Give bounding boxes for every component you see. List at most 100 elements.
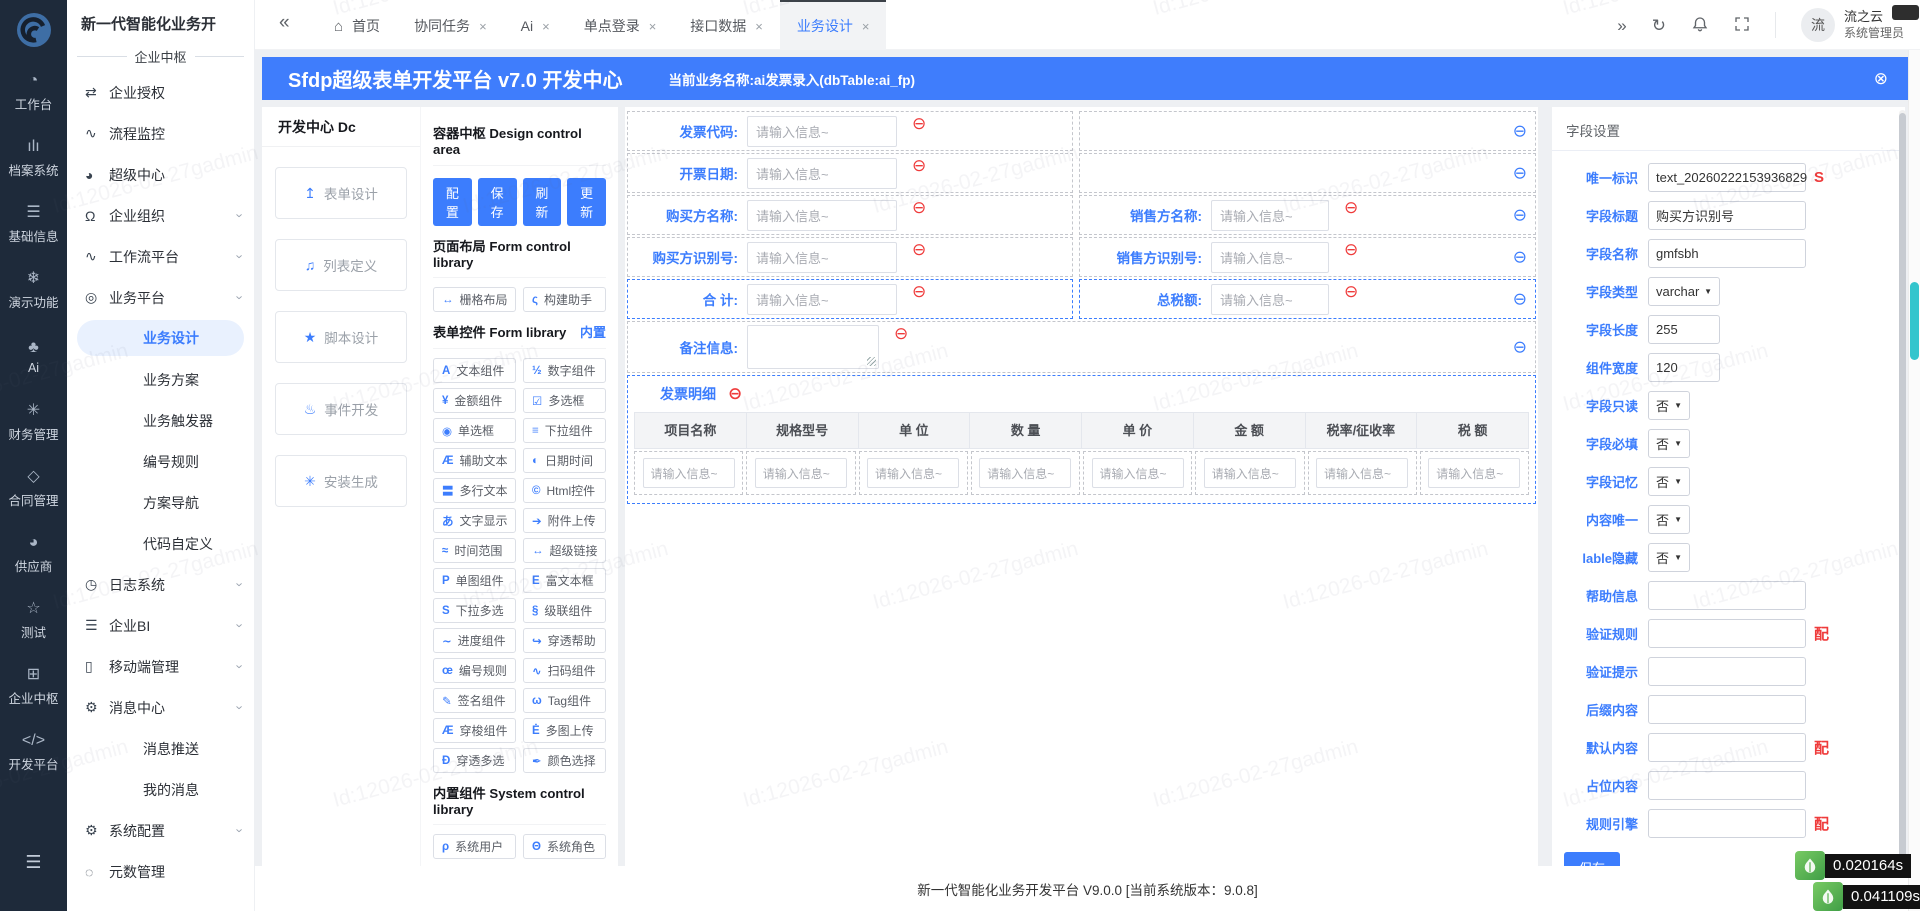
form-component-button[interactable]: ∼ 进度组件 bbox=[433, 628, 516, 653]
remove-row-icon[interactable]: ⊖ bbox=[1513, 339, 1527, 356]
secondary-nav-item[interactable]: ∿ 流程监控 › bbox=[67, 113, 254, 154]
field-input[interactable]: 请输入信息~ bbox=[1211, 283, 1329, 315]
form-field-cell[interactable]: 销售方识别号: 请输入信息~ ⊖ ⊖ bbox=[1079, 237, 1536, 277]
subtable-cell[interactable]: 请输入信息~ bbox=[970, 451, 1080, 496]
secondary-nav-item[interactable]: 业务方案 › bbox=[67, 359, 254, 400]
secondary-nav-item[interactable]: 我的消息 › bbox=[67, 769, 254, 810]
secondary-nav-item[interactable]: ☰ 企业BI › bbox=[67, 605, 254, 646]
close-designer-icon[interactable]: ⊗ bbox=[1874, 69, 1888, 89]
window-scrollbar[interactable] bbox=[1908, 50, 1920, 911]
field-input[interactable]: 请输入信息~ bbox=[747, 115, 897, 147]
remove-field-icon[interactable]: ⊖ bbox=[1344, 198, 1358, 218]
save-field-button[interactable]: 保存 bbox=[1564, 852, 1621, 866]
form-component-button[interactable]: ∿ 扫码组件 bbox=[523, 658, 606, 683]
page-tab[interactable]: ⌂ 首页 × bbox=[317, 0, 397, 50]
field-input[interactable]: 请输入信息~ bbox=[747, 199, 897, 231]
form-component-button[interactable]: A 文本组件 bbox=[433, 358, 516, 383]
form-component-button[interactable]: ½ 数字组件 bbox=[523, 358, 606, 383]
subtable-cell[interactable]: 请输入信息~ bbox=[1195, 451, 1305, 496]
system-component-button[interactable]: ρ 系统用户 bbox=[433, 834, 516, 859]
field-input[interactable]: 请输入信息~ bbox=[747, 241, 897, 273]
remove-row-icon[interactable]: ⊖ bbox=[1513, 207, 1527, 224]
form-component-button[interactable]: E 富文本框 bbox=[523, 568, 606, 593]
layout-component-button[interactable]: ς 构建助手 bbox=[523, 287, 606, 312]
primary-nav-item[interactable]: ☆ 测试 bbox=[0, 588, 67, 654]
secondary-nav-item[interactable]: ◷ 日志系统 › bbox=[67, 564, 254, 605]
primary-nav-item[interactable]: ◇ 合同管理 bbox=[0, 456, 67, 522]
form-field-cell[interactable]: 合 计: 请输入信息~ ⊖ bbox=[627, 279, 1073, 319]
setting-input[interactable]: text_20260222153936829 ▼ bbox=[1648, 163, 1807, 192]
form-field-cell[interactable]: 发票代码: 请输入信息~ ⊖ bbox=[627, 111, 1073, 151]
user-menu[interactable]: 流 流之云 系统管理员 bbox=[1800, 8, 1904, 42]
dev-center-button[interactable]: ♫ 列表定义 bbox=[275, 239, 407, 291]
page-tab[interactable]: ⌂ 接口数据 × bbox=[673, 0, 780, 50]
field-input[interactable]: 请输入信息~ bbox=[1211, 199, 1329, 231]
setting-input[interactable]: ▼ bbox=[1648, 733, 1806, 762]
remove-row-icon[interactable]: ⊖ bbox=[1513, 249, 1527, 266]
primary-nav-item[interactable]: ✳ 财务管理 bbox=[0, 390, 67, 456]
setting-input[interactable]: 否 ▼ bbox=[1648, 505, 1690, 534]
remove-row-icon[interactable]: ⊖ bbox=[1513, 291, 1527, 308]
secondary-nav-item[interactable]: ◌ 元数管理 › bbox=[67, 851, 254, 892]
form-component-button[interactable]: Đ 穿透多选 bbox=[433, 748, 516, 773]
remove-field-icon[interactable]: ⊖ bbox=[894, 324, 908, 344]
dev-center-button[interactable]: ★ 脚本设计 bbox=[275, 311, 407, 363]
close-tab-icon[interactable]: × bbox=[542, 19, 550, 34]
form-field-cell[interactable]: 销售方名称: 请输入信息~ ⊖ ⊖ bbox=[1079, 195, 1536, 235]
remove-field-icon[interactable]: ⊖ bbox=[1344, 240, 1358, 260]
subtable-cell[interactable]: 请输入信息~ bbox=[634, 451, 744, 496]
form-component-button[interactable]: ≈ 时间范围 bbox=[433, 538, 516, 563]
setting-input[interactable]: 255 ▼ bbox=[1648, 315, 1720, 344]
remove-field-icon[interactable]: ⊖ bbox=[912, 156, 926, 176]
form-empty-cell[interactable]: ⊖ bbox=[1079, 111, 1536, 151]
designer-action-button[interactable]: 更新 bbox=[567, 178, 606, 226]
secondary-nav-item[interactable]: ⇄ 企业授权 › bbox=[67, 72, 254, 113]
form-component-button[interactable]: ω Tag组件 bbox=[523, 688, 606, 713]
subtable-cell-input[interactable]: 请输入信息~ bbox=[1316, 458, 1409, 489]
subtable-cell-input[interactable]: 请输入信息~ bbox=[1428, 458, 1521, 489]
close-tab-icon[interactable]: × bbox=[649, 19, 657, 34]
subtable-cell-input[interactable]: 请输入信息~ bbox=[754, 458, 847, 489]
setting-input[interactable]: ▼ bbox=[1648, 619, 1806, 648]
setting-input[interactable]: ▼ bbox=[1648, 771, 1806, 800]
form-field-cell[interactable]: 购买方名称: 请输入信息~ ⊖ bbox=[627, 195, 1073, 235]
setting-input[interactable]: ▼ bbox=[1648, 657, 1806, 686]
remove-subtable-icon[interactable]: ⊖ bbox=[728, 384, 742, 404]
form-component-button[interactable]: あ 文字显示 bbox=[433, 508, 516, 533]
setting-input[interactable]: 否 ▼ bbox=[1648, 543, 1690, 572]
form-component-button[interactable]: ≡ 下拉组件 bbox=[523, 418, 606, 443]
setting-input[interactable]: 否 ▼ bbox=[1648, 467, 1690, 496]
field-input[interactable]: 请输入信息~ bbox=[1211, 241, 1329, 273]
designer-action-button[interactable]: 保存 bbox=[477, 178, 517, 226]
setting-input[interactable]: gmfsbh ▼ bbox=[1648, 239, 1806, 268]
primary-nav-item[interactable]: ⊞ 企业中枢 bbox=[0, 654, 67, 720]
subtable-cell-input[interactable]: 请输入信息~ bbox=[979, 458, 1072, 489]
secondary-nav-item[interactable]: ◕ 超级中心 › bbox=[67, 154, 254, 195]
form-component-button[interactable]: ☑ 多选框 bbox=[523, 388, 606, 413]
collapse-sidebar-button[interactable]: ☰ bbox=[0, 852, 67, 873]
form-component-button[interactable]: ✒ 颜色选择 bbox=[523, 748, 606, 773]
config-mark[interactable]: 配 bbox=[1814, 737, 1829, 758]
subtable-cell[interactable]: 请输入信息~ bbox=[1307, 451, 1417, 496]
secondary-nav-item[interactable]: 方案导航 › bbox=[67, 482, 254, 523]
page-tab[interactable]: ⌂ 单点登录 × bbox=[567, 0, 674, 50]
tabs-scroll-left-icon[interactable]: « bbox=[279, 12, 290, 34]
form-component-button[interactable]: S 下拉多选 bbox=[433, 598, 516, 623]
subtable-cell[interactable]: 请输入信息~ bbox=[1419, 451, 1529, 496]
note-textarea[interactable] bbox=[747, 325, 879, 369]
page-tab[interactable]: ⌂ 协同任务 × bbox=[397, 0, 504, 50]
setting-input[interactable]: ▼ bbox=[1648, 695, 1806, 724]
subtable-cell-input[interactable]: 请输入信息~ bbox=[1203, 458, 1296, 489]
panel-scrollbar[interactable] bbox=[1899, 110, 1906, 865]
form-component-button[interactable]: ↔ 超级链接 bbox=[523, 538, 606, 563]
secondary-nav-item[interactable]: ⚙ 系统配置 › bbox=[67, 810, 254, 851]
secondary-nav-item[interactable]: ◎ 业务平台 › bbox=[67, 277, 254, 318]
notifications-bell-icon[interactable] bbox=[1691, 15, 1709, 36]
remove-field-icon[interactable]: ⊖ bbox=[912, 282, 926, 302]
form-component-button[interactable]: Ė 多图上传 bbox=[523, 718, 606, 743]
form-component-button[interactable]: œ 编号规则 bbox=[433, 658, 516, 683]
page-tab[interactable]: ⌂ 业务设计 × bbox=[779, 0, 887, 50]
remove-row-icon[interactable]: ⊖ bbox=[1513, 123, 1527, 140]
subtable-cell[interactable]: 请输入信息~ bbox=[858, 451, 968, 496]
close-tab-icon[interactable]: × bbox=[862, 19, 870, 34]
